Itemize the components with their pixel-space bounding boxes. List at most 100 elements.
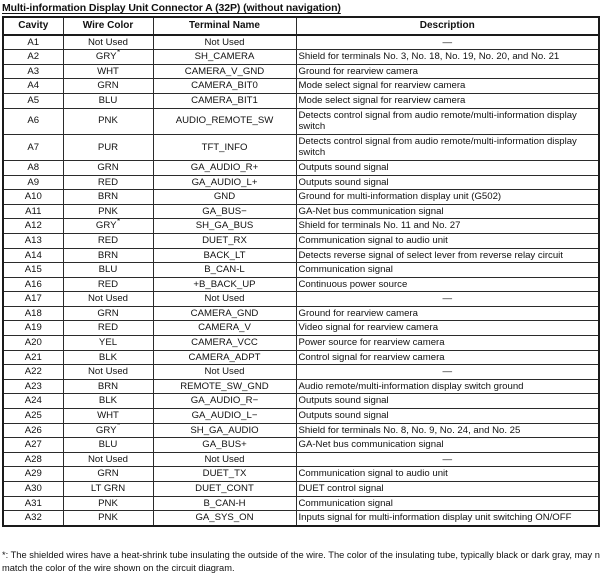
cell-wire-color: GRY* — [62, 422, 154, 439]
cell-wire-color: GRN — [62, 78, 154, 94]
cell-terminal-name: +B_BACK_UP — [152, 276, 297, 293]
cell-terminal-name: AUDIO_REMOTE_SW — [152, 107, 297, 135]
wire-color-label: RED — [97, 176, 119, 188]
wire-color-label: BLU — [98, 94, 118, 106]
cell-description: Communication signal to audio unit — [295, 466, 600, 482]
cell-description: Video signal for rearview camera — [295, 320, 600, 337]
cell-cavity: A7 — [2, 133, 64, 161]
table-row: A31 PNK B_CAN-H Communication signal — [2, 495, 600, 512]
cell-terminal-name: GA_BUS+ — [152, 437, 297, 453]
cell-cavity: A3 — [2, 63, 64, 80]
column-header-wire-color: Wire Color — [62, 16, 154, 36]
cell-description: Continuous power source — [295, 276, 600, 293]
cell-terminal-name: TFT_INFO — [152, 133, 297, 161]
cell-cavity: A28 — [2, 451, 64, 468]
cell-terminal-name: GA_AUDIO_L− — [152, 408, 297, 424]
table-row: A13 RED DUET_RX Communication signal to aud… — [2, 232, 600, 249]
table-row: A9 RED GA_AUDIO_L+ Outputs sound signal — [2, 174, 600, 191]
cell-description: Outputs sound signal — [295, 159, 600, 176]
cell-terminal-name: GND — [152, 189, 297, 205]
cell-wire-color: RED — [62, 174, 154, 191]
cell-terminal-name: DUET_CONT — [152, 481, 297, 497]
table-row: A27 BLU GA_BUS+ GA-Net bus communication si… — [2, 437, 600, 453]
cell-wire-color: GRN — [62, 159, 154, 176]
table-row: A25 WHT GA_AUDIO_L− Outputs sound signal — [2, 408, 600, 424]
table-row: A22 Not Used Not Used — — [2, 364, 600, 380]
wire-color-label: PNK — [98, 205, 118, 217]
cell-cavity: A9 — [2, 174, 64, 191]
wire-color-label: RED — [97, 278, 119, 290]
wire-color-label: RED — [97, 234, 119, 246]
cell-terminal-name: GA_AUDIO_L+ — [152, 174, 297, 191]
cell-terminal-name: SH_CAMERA — [152, 49, 297, 65]
cell-terminal-name: REMOTE_SW_GND — [152, 378, 297, 395]
cell-description: Communication signal — [295, 262, 600, 278]
cell-wire-color: PNK — [62, 510, 154, 527]
cell-description: Communication signal — [295, 495, 600, 512]
cell-terminal-name: Not Used — [152, 34, 297, 51]
table-row: A18 GRN CAMERA_GND Ground for rearview came… — [2, 305, 600, 322]
cell-terminal-name: CAMERA_V — [152, 320, 297, 337]
wire-color-label: GRY — [95, 51, 117, 63]
cell-wire-color: PNK — [62, 203, 154, 220]
cell-wire-color: Not Used — [62, 364, 154, 380]
table-header-row: Cavity Wire Color Terminal Name Descript… — [2, 16, 600, 36]
cell-wire-color: GRY* — [62, 49, 154, 65]
cell-cavity: A25 — [2, 408, 64, 424]
cell-cavity: A1 — [2, 34, 64, 51]
table-row: A16 RED +B_BACK_UP Continuous power source — [2, 276, 600, 293]
cell-cavity: A15 — [2, 262, 64, 278]
wire-color-label: PUR — [97, 141, 119, 153]
cell-description: Inputs signal for multi-information disp… — [295, 510, 600, 527]
wire-color-label: Not Used — [88, 453, 128, 465]
cell-description: Outputs sound signal — [295, 393, 600, 410]
cell-terminal-name: Not Used — [152, 364, 297, 380]
cell-description: Ground for rearview camera — [295, 63, 600, 80]
shield-marker-icon: * — [117, 49, 121, 57]
wire-color-label: WHT — [97, 410, 119, 422]
cell-cavity: A2 — [2, 49, 64, 65]
cell-description: Power source for rearview camera — [295, 335, 600, 351]
wire-color-label: Not Used — [88, 36, 128, 48]
cell-description: Audio remote/multi-information display s… — [295, 378, 600, 395]
wire-color-label: GRN — [97, 468, 119, 480]
cell-wire-color: BRN — [62, 378, 154, 395]
cell-description: Mode select signal for rearview camera — [295, 92, 600, 109]
cell-terminal-name: GA_BUS− — [152, 203, 297, 220]
cell-wire-color: YEL — [62, 335, 154, 351]
cell-wire-color: BLU — [62, 92, 154, 109]
cell-terminal-name: CAMERA_V_GND — [152, 63, 297, 80]
cell-description: — — [295, 364, 600, 380]
cell-description: Ground for multi-information display uni… — [295, 189, 600, 205]
table-row: A6 PNK AUDIO_REMOTE_SW Detects control sign… — [2, 107, 600, 135]
page-title: Multi-information Display Unit Connector… — [2, 2, 341, 14]
cell-wire-color: BLU — [62, 437, 154, 453]
table-row: A10 BRN GND Ground for multi-information di… — [2, 189, 600, 205]
cell-wire-color: PNK — [62, 495, 154, 512]
cell-cavity: A32 — [2, 510, 64, 527]
wire-color-label: BRN — [97, 380, 119, 392]
cell-description: Detects control signal from audio remote… — [295, 133, 600, 161]
cell-description: Outputs sound signal — [295, 174, 600, 191]
pinout-page: Multi-information Display Unit Connector… — [0, 0, 600, 582]
cell-terminal-name: CAMERA_GND — [152, 305, 297, 322]
cell-wire-color: BRN — [62, 189, 154, 205]
table-row: A8 GRN GA_AUDIO_R+ Outputs sound signal — [2, 159, 600, 176]
cell-cavity: A8 — [2, 159, 64, 176]
table-row: A19 RED CAMERA_V Video signal for rearview … — [2, 320, 600, 337]
cell-terminal-name: GA_AUDIO_R+ — [152, 159, 297, 176]
table-row: A30 LT GRN DUET_CONT DUET control signal — [2, 481, 600, 497]
table-row: A7 PUR TFT_INFO Detects control signal from… — [2, 133, 600, 161]
table-header: Cavity Wire Color Terminal Name Descript… — [2, 16, 600, 36]
table-body: A1 Not Used Not Used — A2 GRY* SH_CAMERA Shield… — [2, 34, 600, 527]
cell-terminal-name: B_CAN-L — [152, 262, 297, 278]
table-row: A21 BLK CAMERA_ADPT Control signal for rear… — [2, 349, 600, 366]
table-row: A4 GRN CAMERA_BIT0 Mode select signal for r… — [2, 78, 600, 94]
table-row: A3 WHT CAMERA_V_GND Ground for rearview cam… — [2, 63, 600, 80]
table-row: A5 BLU CAMERA_BIT1 Mode select signal for r… — [2, 92, 600, 109]
cell-cavity: A10 — [2, 189, 64, 205]
cell-description: Ground for rearview camera — [295, 305, 600, 322]
cell-terminal-name: GA_SYS_ON — [152, 510, 297, 527]
cell-cavity: A13 — [2, 232, 64, 249]
table-row: A20 YEL CAMERA_VCC Power source for rearvie… — [2, 335, 600, 351]
